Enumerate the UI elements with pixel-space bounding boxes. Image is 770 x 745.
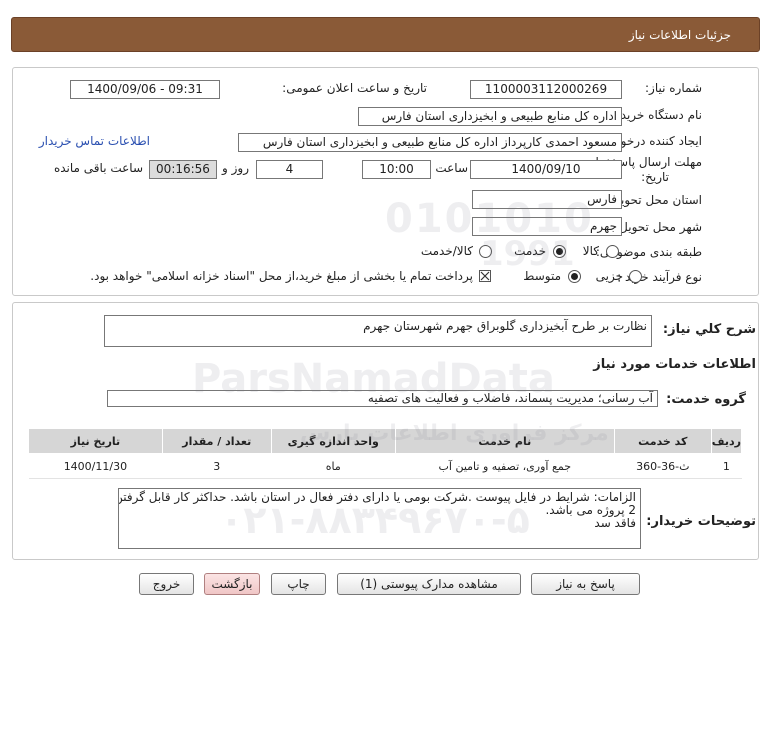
buyer-notes-field: الزامات: شرایط در فایل پیوست .شرکت بومی …	[118, 488, 641, 549]
days-label: روز و	[222, 161, 249, 175]
cell-quantity: 3	[162, 453, 272, 479]
treasury-payment-checkbox[interactable]	[479, 270, 491, 282]
announce-field: 1400/09/06 - 09:31	[70, 80, 220, 99]
back-button[interactable]: بازگشت	[204, 573, 260, 595]
service-group-field: آب رسانی؛ مدیریت پسماند، فاضلاب و فعالیت…	[107, 390, 658, 407]
remaining-label: ساعت باقی مانده	[53, 161, 143, 175]
process-option-minor: جزیی	[595, 269, 623, 283]
category-radio-goods[interactable]	[606, 245, 619, 258]
cell-row-number: 1	[711, 453, 742, 479]
print-button[interactable]: چاپ	[271, 573, 326, 595]
header-quantity: تعداد / مقدار	[161, 428, 272, 454]
category-option-service: خدمت	[514, 244, 546, 258]
days-field: 4	[256, 160, 323, 179]
deadline-date-field: 1400/09/10	[470, 160, 622, 179]
table-row[interactable]: 1 ث-36-360 جمع آوری، تصفیه و تامین آب ما…	[28, 453, 742, 479]
reply-button[interactable]: پاسخ به نیاز	[531, 573, 640, 595]
cell-unit: ماه	[271, 453, 396, 479]
city-label: شهر محل تحویل:	[615, 220, 702, 234]
category-option-goods: کالا	[582, 244, 599, 258]
requester-field: مسعود احمدی کارپرداز اداره کل منابع طبیع…	[238, 133, 622, 152]
category-radio-service[interactable]	[553, 245, 566, 258]
province-field: فارس	[472, 190, 622, 209]
buyer-contact-link[interactable]: اطلاعات تماس خریدار	[39, 134, 150, 148]
header-service-name: نام خدمت	[394, 428, 615, 454]
buyer-notes-line-2: 2 پروژه می باشد.	[545, 503, 636, 517]
description-label: شرح کلي نياز:	[662, 322, 756, 337]
checkbox-cross-icon	[480, 271, 490, 281]
page-title: جزئیات اطلاعات نیاز	[628, 28, 731, 42]
deadline-label-2: تاریخ:	[641, 170, 669, 184]
header-unit: واحد اندازه گیری	[270, 428, 396, 454]
header-row-number: ردیف	[710, 428, 743, 454]
treasury-payment-note: پرداخت تمام یا بخشی از مبلغ خرید،از محل …	[90, 269, 473, 283]
remaining-time-field: 00:16:56	[149, 160, 217, 179]
description-field: نظارت بر طرح آبخیزداری گلوبراق جهرم شهرس…	[104, 315, 652, 347]
services-table: ردیف کد خدمت نام خدمت واحد اندازه گیری ت…	[28, 428, 743, 479]
cell-service-name: جمع آوری، تصفیه و تامین آب	[395, 453, 615, 479]
process-radio-medium[interactable]	[568, 270, 581, 283]
service-group-label: گروه خدمت:	[666, 392, 746, 407]
table-header-row: ردیف کد خدمت نام خدمت واحد اندازه گیری ت…	[28, 428, 743, 454]
deadline-time-field: 10:00	[362, 160, 431, 179]
services-heading: اطلاعات خدمات مورد نیاز	[593, 357, 756, 372]
cell-service-code: ث-36-360	[614, 453, 712, 479]
announce-label: تاریخ و ساعت اعلان عمومی:	[282, 81, 427, 95]
process-option-medium: متوسط	[523, 269, 561, 283]
attachments-button[interactable]: مشاهده مدارک پیوستی (1)	[337, 573, 521, 595]
exit-button[interactable]: خروج	[139, 573, 194, 595]
process-radio-minor[interactable]	[629, 270, 642, 283]
category-option-goods-service: کالا/خدمت	[420, 244, 473, 258]
city-field: جهرم	[472, 217, 622, 236]
cell-need-date: 1400/11/30	[28, 453, 163, 479]
header-service-code: کد خدمت	[613, 428, 712, 454]
deadline-time-label: ساعت	[435, 161, 468, 175]
buyer-notes-line-3: فاقد سد	[594, 516, 636, 530]
header-need-date: تاریخ نیاز	[28, 428, 163, 454]
buyer-org-field: اداره کل منابع طبیعی و ابخیزداری استان ف…	[358, 107, 622, 126]
page-title-bar: جزئیات اطلاعات نیاز	[11, 17, 760, 52]
need-number-label: شماره نیاز:	[645, 81, 702, 95]
need-number-field: 1100003112000269	[470, 80, 622, 99]
buyer-notes-label: توضیحات خریدار:	[646, 514, 756, 529]
category-radio-goods-service[interactable]	[479, 245, 492, 258]
